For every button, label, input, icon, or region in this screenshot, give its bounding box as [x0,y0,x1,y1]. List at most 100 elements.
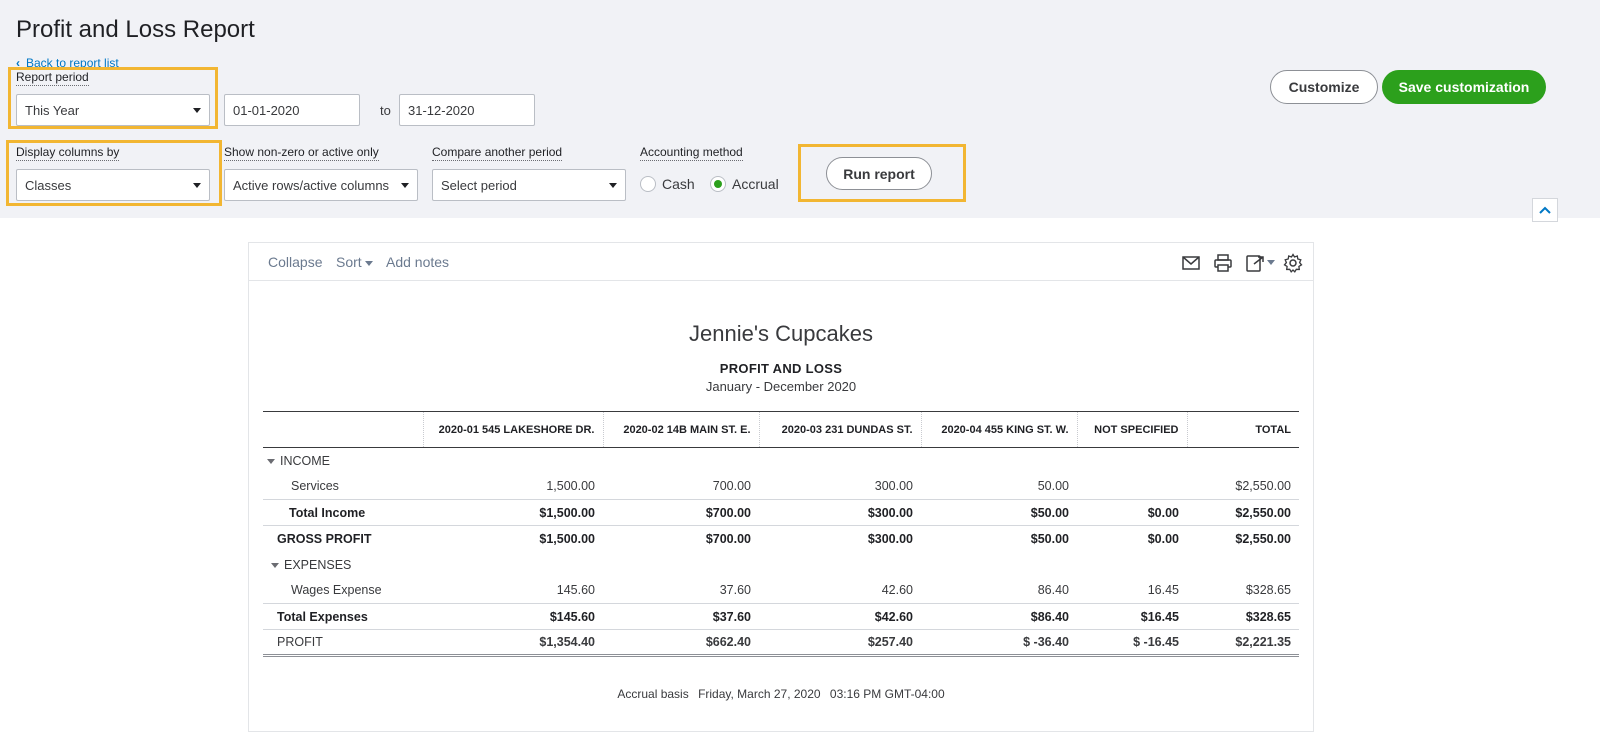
cell-amount[interactable]: $2,550.00 [1187,525,1299,552]
row-label: EXPENSES [284,557,352,572]
cell-amount[interactable]: 42.60 [759,578,921,604]
sort-menu[interactable]: Sort [336,254,373,270]
row-label: Services [291,479,339,494]
radio-checked-icon [710,176,726,192]
sort-label: Sort [336,254,362,270]
cell-amount[interactable]: 50.00 [921,474,1077,500]
cell-amount[interactable]: 16.45 [1077,578,1187,604]
row-label: PROFIT [263,629,423,657]
cell-amount[interactable]: $1,500.00 [423,525,603,552]
report-period-select[interactable]: This Year [16,94,210,126]
cell-amount[interactable]: $37.60 [603,603,759,630]
table-row-income-section[interactable]: INCOME [263,448,1299,474]
table-row-total: Total Income $1,500.00 $700.00 $300.00 $50.… [263,499,1299,526]
print-icon[interactable] [1213,253,1233,273]
page-title: Profit and Loss Report [16,16,255,43]
date-to-input[interactable]: 31-12-2020 [399,94,535,126]
cash-radio[interactable]: Cash [640,176,695,192]
cash-radio-label: Cash [662,176,695,192]
row-label: Total Expenses [263,603,423,630]
report-card: Collapse Sort Add notes Jennie's Cupcake… [248,242,1314,732]
run-report-button[interactable]: Run report [826,157,932,190]
row-label: Wages Expense [291,583,382,598]
table-row: Wages Expense 145.60 37.60 42.60 86.40 16.45… [263,578,1299,604]
date-range-to-label: to [380,103,391,118]
display-columns-value: Classes [25,177,72,193]
add-notes-link[interactable]: Add notes [386,254,449,270]
column-header[interactable]: NOT SPECIFIED [1076,411,1187,448]
column-header[interactable]: 2020-03 231 DUNDAS ST. [758,411,921,448]
cell-amount[interactable]: 37.60 [603,578,759,604]
cell-amount[interactable]: 300.00 [759,474,921,500]
cell-amount[interactable]: $2,550.00 [1187,499,1299,526]
cell-amount[interactable]: $300.00 [759,525,921,552]
cell-amount[interactable]: $50.00 [921,499,1077,526]
caret-down-icon [364,260,373,266]
table-row-total: GROSS PROFIT $1,500.00 $700.00 $300.00 $50.… [263,525,1299,552]
cell-amount[interactable]: $0.00 [1077,499,1187,526]
show-nonzero-value: Active rows/active columns [233,177,390,193]
caret-down-icon[interactable] [267,458,275,464]
cell-amount[interactable]: $86.40 [921,603,1077,630]
accrual-radio-label: Accrual [732,176,779,192]
cell-amount[interactable]: $328.65 [1187,603,1299,630]
cell-amount[interactable]: $700.00 [603,525,759,552]
compare-period-value: Select period [441,177,517,193]
settings-gear-icon[interactable] [1283,253,1303,273]
column-header[interactable]: TOTAL [1186,411,1299,448]
cell-amount[interactable] [1077,474,1187,500]
cell-amount[interactable]: $42.60 [759,603,921,630]
cell-amount[interactable]: $16.45 [1077,603,1187,630]
row-label: INCOME [280,453,330,468]
cell-amount[interactable]: $328.65 [1187,578,1299,604]
cell-amount[interactable]: 700.00 [603,474,759,500]
report-footer: Accrual basis Friday, March 27, 2020 03:… [249,687,1313,701]
column-header[interactable]: 2020-01 545 LAKESHORE DR. [422,411,603,448]
cell-amount[interactable]: $662.40 [603,629,759,657]
collapse-link[interactable]: Collapse [268,254,322,270]
cell-amount[interactable]: $300.00 [759,499,921,526]
report-date-text: Friday, March 27, 2020 [698,687,821,701]
caret-down-icon [401,182,409,188]
accrual-radio[interactable]: Accrual [710,176,779,192]
caret-down-icon[interactable] [271,562,279,568]
mail-icon[interactable] [1181,253,1201,273]
caret-down-icon [193,107,201,113]
chevron-up-icon [1539,206,1551,214]
cell-amount[interactable]: $0.00 [1077,525,1187,552]
accounting-basis-text: Accrual basis [617,687,689,701]
cell-amount[interactable]: 145.60 [423,578,603,604]
cell-amount[interactable]: $2,221.35 [1187,629,1299,657]
column-header[interactable]: 2020-04 455 KING ST. W. [920,411,1077,448]
compare-period-label: Compare another period [432,145,563,161]
table-row-total: Total Expenses $145.60 $37.60 $42.60 $86.40… [263,603,1299,630]
show-nonzero-select[interactable]: Active rows/active columns [224,169,418,201]
cell-amount[interactable]: $1,500.00 [423,499,603,526]
table-row-profit: PROFIT $1,354.40 $662.40 $257.40 $ -36.40 $ … [263,629,1299,657]
cell-amount[interactable]: $700.00 [603,499,759,526]
cell-amount[interactable]: $1,354.40 [423,629,603,657]
cell-amount[interactable]: $257.40 [759,629,921,657]
cell-amount[interactable]: $2,550.00 [1187,474,1299,500]
table-row-expenses-section[interactable]: EXPENSES [263,552,1299,578]
cell-amount[interactable]: 86.40 [921,578,1077,604]
date-from-input[interactable]: 01-01-2020 [224,94,360,126]
cell-amount[interactable]: $145.60 [423,603,603,630]
export-icon[interactable] [1245,253,1277,273]
compare-period-select[interactable]: Select period [432,169,626,201]
save-customization-button[interactable]: Save customization [1382,70,1546,104]
display-columns-label: Display columns by [16,145,120,161]
row-label: Total Income [263,499,423,526]
collapse-settings-button[interactable] [1532,198,1558,222]
cell-amount[interactable]: 1,500.00 [423,474,603,500]
profit-loss-table: 2020-01 545 LAKESHORE DR. 2020-02 14B MA… [263,411,1299,657]
display-columns-select[interactable]: Classes [16,169,210,201]
radio-unchecked-icon [640,176,656,192]
cell-amount[interactable]: $50.00 [921,525,1077,552]
column-header[interactable]: 2020-02 14B MAIN ST. E. [602,411,759,448]
customize-button[interactable]: Customize [1270,70,1378,104]
cell-amount[interactable]: $ -36.40 [921,629,1077,657]
table-header-row: 2020-01 545 LAKESHORE DR. 2020-02 14B MA… [263,411,1299,448]
accounting-method-label: Accounting method [640,145,743,161]
cell-amount[interactable]: $ -16.45 [1077,629,1187,657]
